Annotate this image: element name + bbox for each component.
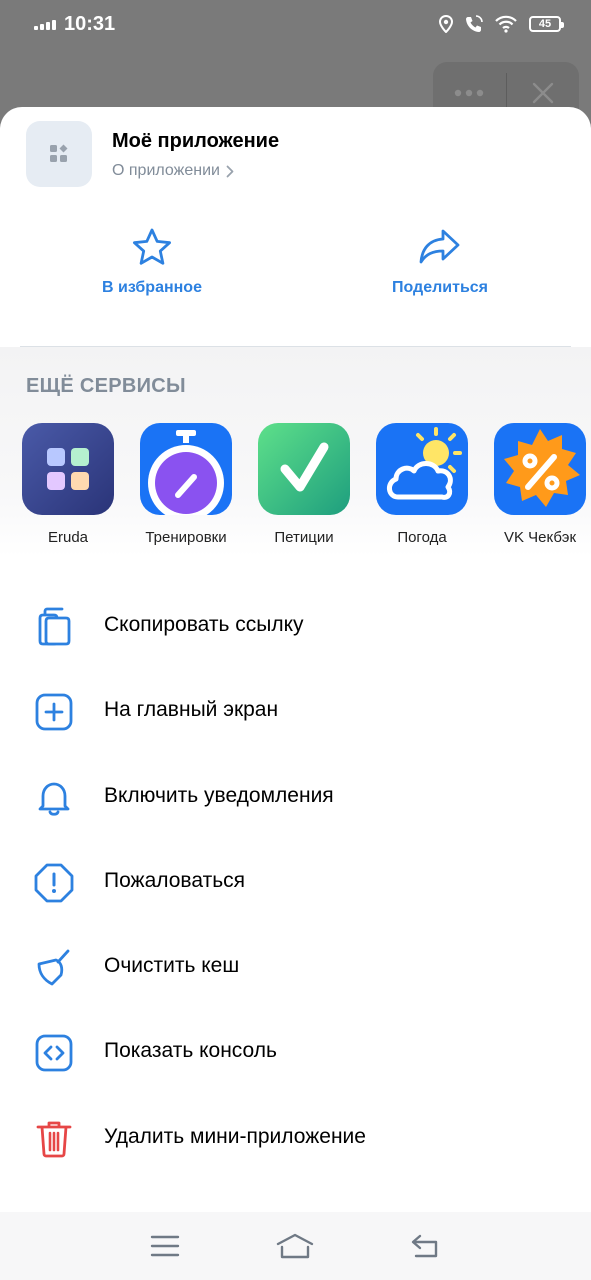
close-icon <box>532 82 553 104</box>
service-label: Петиции <box>274 529 334 546</box>
eruda-app-icon <box>22 423 114 515</box>
bell-icon <box>34 778 74 818</box>
chevron-right-icon <box>226 165 234 177</box>
service-label: Eruda <box>47 529 89 546</box>
action-sheet: Моё приложение О приложении В избранное … <box>0 107 591 1280</box>
service-weather[interactable]: Погода <box>363 423 481 546</box>
report-icon <box>34 863 74 903</box>
menu-label: Очистить кеш <box>104 954 240 978</box>
home-button[interactable] <box>265 1226 325 1266</box>
app-meta: Моё приложение О приложении <box>112 128 279 180</box>
wifi-icon <box>495 15 517 33</box>
mini-app-grid-icon <box>50 144 68 162</box>
signal-icon <box>34 18 56 30</box>
menu-label: Удалить мини-приложение <box>104 1124 366 1148</box>
service-vk-checkback[interactable]: VK Чекбэк <box>481 423 591 546</box>
favorite-button[interactable]: В избранное <box>96 227 208 297</box>
add-to-home-item[interactable]: На главный экран <box>0 668 591 753</box>
broom-icon <box>34 948 74 988</box>
favorite-label: В избранное <box>102 279 202 296</box>
home-icon <box>277 1233 314 1259</box>
status-time: 10:31 <box>64 12 116 35</box>
recents-button[interactable] <box>135 1226 195 1266</box>
status-right: 45 <box>439 15 564 33</box>
location-icon <box>439 15 453 33</box>
more-icon <box>455 89 484 97</box>
app-icon <box>26 121 92 187</box>
about-app-link[interactable]: О приложении <box>112 162 279 180</box>
services-row: Eruda Тренировки Петиции Погода VK Чекбэ… <box>0 423 591 553</box>
enable-notifications-item[interactable]: Включить уведомления <box>0 754 591 839</box>
trash-icon <box>34 1119 74 1159</box>
star-icon <box>133 228 171 265</box>
services-title: ЕЩЁ СЕРВИСЫ <box>26 375 186 397</box>
percent-app-icon <box>494 423 586 515</box>
back-button[interactable] <box>396 1226 456 1266</box>
copy-link-item[interactable]: Скопировать ссылку <box>0 583 591 668</box>
service-trainings[interactable]: Тренировки <box>127 423 245 546</box>
menu-label: Скопировать ссылку <box>104 613 304 636</box>
copy-icon <box>34 607 74 647</box>
service-eruda[interactable]: Eruda <box>9 423 127 546</box>
checkmark-app-icon <box>258 423 350 515</box>
service-label: VK Чекбэк <box>503 529 577 546</box>
app-name: Моё приложение <box>112 130 280 152</box>
status-left: 10:31 <box>34 13 115 36</box>
menu-label: Пожаловаться <box>104 868 246 892</box>
status-bar: 10:31 45 <box>0 0 591 48</box>
menu-label: На главный экран <box>104 698 279 722</box>
weather-app-icon <box>376 423 468 515</box>
app-header: Моё приложение О приложении <box>26 121 279 187</box>
service-petitions[interactable]: Петиции <box>245 423 363 546</box>
quick-actions: В избранное Поделиться <box>0 227 591 307</box>
service-label: Погода <box>397 529 447 546</box>
show-console-item[interactable]: Показать консоль <box>0 1009 591 1094</box>
back-icon <box>411 1234 438 1258</box>
menu-lines-icon <box>150 1235 180 1257</box>
wifi-call-icon <box>466 15 483 32</box>
stopwatch-app-icon <box>140 423 232 515</box>
menu-label: Включить уведомления <box>104 783 334 807</box>
console-icon <box>34 1033 74 1073</box>
share-button[interactable]: Поделиться <box>384 227 496 297</box>
about-app-label: О приложении <box>112 162 220 179</box>
share-icon <box>419 229 460 264</box>
clear-cache-item[interactable]: Очистить кеш <box>0 924 591 1009</box>
action-menu: Скопировать ссылку На главный экран Вклю… <box>0 583 591 1180</box>
report-item[interactable]: Пожаловаться <box>0 839 591 924</box>
share-label: Поделиться <box>391 279 489 296</box>
delete-miniapp-item[interactable]: Удалить мини-приложение <box>0 1095 591 1180</box>
more-services: ЕЩЁ СЕРВИСЫ Eruda Тренировки Петиции Пог… <box>0 347 591 557</box>
service-label: Тренировки <box>145 529 227 546</box>
system-nav-bar <box>0 1212 591 1280</box>
battery-indicator: 45 <box>529 16 564 32</box>
add-square-icon <box>34 692 74 732</box>
menu-label: Показать консоль <box>104 1039 277 1063</box>
